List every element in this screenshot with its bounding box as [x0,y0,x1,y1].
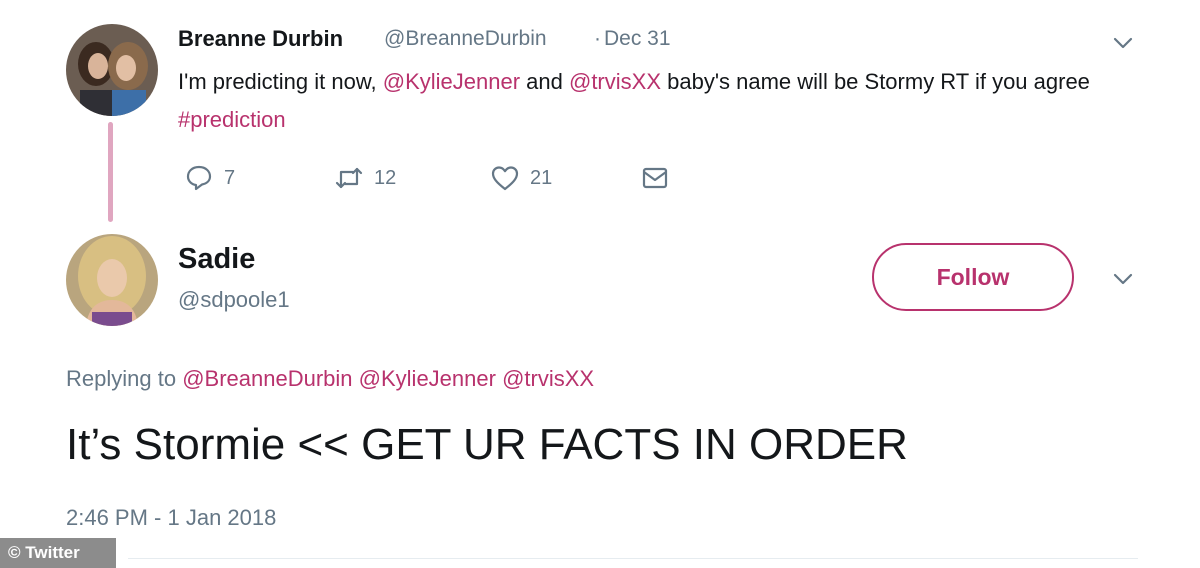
avatar-breanne[interactable] [66,24,158,116]
tweet-date[interactable]: Dec 31 [604,27,671,51]
thread-connector [108,122,113,222]
reply-count: 7 [224,166,236,189]
retweet-icon [335,167,363,189]
envelope-icon [642,167,668,189]
avatar-sadie[interactable] [66,234,158,326]
retweet-count: 12 [374,166,397,189]
replying-to: Replying to @BreanneDurbin @KylieJenner … [66,366,594,392]
mention-link[interactable]: @trvisXX [502,366,594,391]
author-handle[interactable]: @sdpoole1 [178,287,290,313]
reply-button[interactable]: 7 [184,163,235,193]
chevron-down-icon[interactable] [1110,266,1136,292]
divider [128,558,1138,559]
author-handle[interactable]: @BreanneDurbin [384,27,547,51]
heart-icon [491,166,519,191]
tweet-timestamp[interactable]: 2:46 PM - 1 Jan 2018 [66,505,276,531]
author-name[interactable]: Sadie [178,243,255,276]
tweet-text-segment: and [520,69,569,94]
like-button[interactable]: 21 [490,163,552,193]
mention-link[interactable]: @trvisXX [569,69,661,94]
reply-icon [186,165,212,191]
mention-link[interactable]: @KylieJenner [383,69,520,94]
like-count: 21 [530,166,553,189]
tweet-text-segment: I'm predicting it now, [178,69,383,94]
tweet-text-segment: baby's name will be Stormy RT if you agr… [661,69,1090,94]
replying-label: Replying to [66,366,177,391]
separator-dot: · [594,27,601,50]
direct-message-button[interactable] [640,163,670,193]
image-credit: © Twitter [0,538,116,568]
author-name[interactable]: Breanne Durbin [178,26,343,52]
mention-link[interactable]: @KylieJenner [359,366,496,391]
follow-button[interactable]: Follow [872,243,1074,311]
hashtag-link[interactable]: #prediction [178,107,286,132]
tweet-text: I'm predicting it now, @KylieJenner and … [178,63,1168,139]
chevron-down-icon[interactable] [1110,30,1136,56]
retweet-button[interactable]: 12 [334,163,396,193]
tweet-text: It’s Stormie << GET UR FACTS IN ORDER [66,420,908,469]
mention-link[interactable]: @BreanneDurbin [182,366,352,391]
